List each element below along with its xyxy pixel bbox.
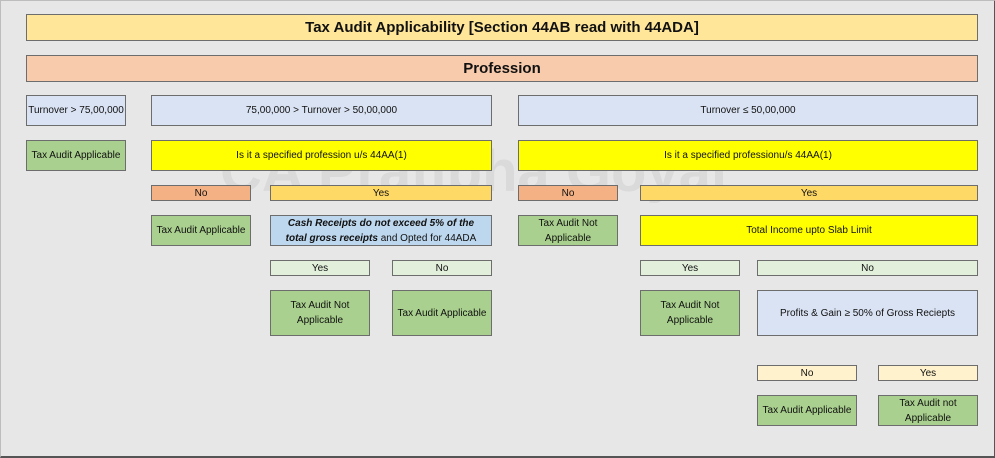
low-no-box: No [518, 185, 618, 201]
cash-no-box: No [392, 260, 492, 276]
cash-receipts-option: and Opted for 44ADA [377, 232, 477, 244]
cash-receipts-question: Cash Receipts do not exceed 5% of the to… [270, 215, 492, 246]
low-yes-box: Yes [640, 185, 978, 201]
profit-no-box: No [757, 365, 857, 381]
income-no-box: No [757, 260, 978, 276]
turnover-high-box: Turnover > 75,00,000 [26, 95, 126, 126]
cash-yes-box: Yes [270, 260, 370, 276]
income-yes-result-box: Tax Audit Not Applicable [640, 290, 740, 336]
turnover-low-box: Turnover ≤ 50,00,000 [518, 95, 978, 126]
mid-yes-box: Yes [270, 185, 492, 201]
income-yes-box: Yes [640, 260, 740, 276]
mid-no-result-box: Tax Audit Applicable [151, 215, 251, 246]
low-no-result-box: Tax Audit Not Applicable [518, 215, 618, 246]
profit-no-result-box: Tax Audit Applicable [757, 395, 857, 426]
profit-yes-result-box: Tax Audit not Applicable [878, 395, 978, 426]
result-box-high: Tax Audit Applicable [26, 140, 126, 171]
profit-gain-question: Profits & Gain ≥ 50% of Gross Reciepts [757, 290, 978, 336]
diagram-title: Tax Audit Applicability [Section 44AB re… [26, 14, 978, 41]
specified-profession-question-low: Is it a specified professionu/s 44AA(1) [518, 140, 978, 171]
section-heading: Profession [26, 55, 978, 82]
profit-yes-box: Yes [878, 365, 978, 381]
cash-no-result-box: Tax Audit Applicable [392, 290, 492, 336]
specified-profession-question-mid: Is it a specified profession u/s 44AA(1) [151, 140, 492, 171]
cash-yes-result-box: Tax Audit Not Applicable [270, 290, 370, 336]
total-income-question: Total Income upto Slab Limit [640, 215, 978, 246]
mid-no-box: No [151, 185, 251, 201]
turnover-mid-box: 75,00,000 > Turnover > 50,00,000 [151, 95, 492, 126]
